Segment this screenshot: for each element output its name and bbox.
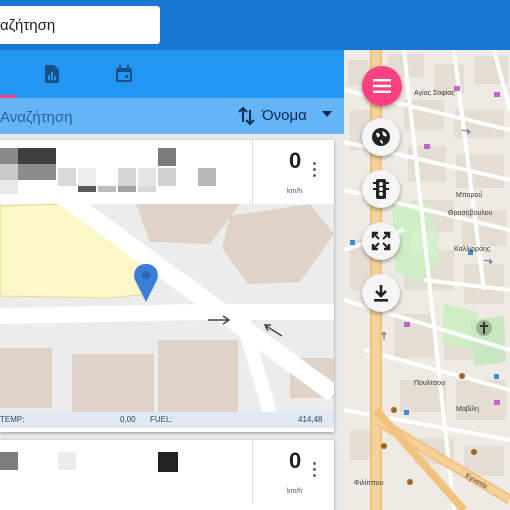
download-button[interactable] [362, 274, 400, 312]
more-vert-icon[interactable] [313, 162, 317, 180]
filter-bar: Αναζήτηση Όνομα [0, 98, 344, 134]
sensor-footer: TEMP: 0,00 FUEL: 414,48 [0, 412, 334, 428]
vehicle-card[interactable]: 0 km/h [0, 440, 334, 510]
fuel-label: FUEL: [150, 415, 173, 424]
vehicle-name-redacted [0, 440, 250, 504]
globe-button[interactable] [362, 118, 400, 156]
map-label: Φιλίππου [354, 480, 384, 487]
map-label: Καλλιρρόης [454, 246, 491, 253]
report-icon [45, 65, 59, 83]
fullscreen-icon [371, 231, 391, 251]
hamburger-icon [373, 79, 391, 93]
chevron-down-icon[interactable] [322, 110, 332, 118]
tab-calendar[interactable] [96, 50, 152, 98]
vehicle-mini-map[interactable] [0, 204, 334, 412]
temp-label: TEMP: [0, 415, 25, 424]
map-label: Πουλτσου [414, 380, 445, 387]
menu-button[interactable] [362, 66, 402, 106]
sort-select[interactable]: Όνομα [262, 107, 307, 124]
speed-unit: km/h [287, 488, 303, 495]
top-search-value: αζήτηση [0, 16, 56, 34]
mini-map-tiles [0, 204, 334, 412]
app-bar: αζήτηση [0, 0, 510, 50]
sort-icon[interactable] [238, 106, 256, 126]
speed-value: 0 [289, 148, 302, 173]
map-label: Μπορού [456, 192, 483, 199]
traffic-light-icon [373, 179, 389, 199]
speed-value: 0 [289, 448, 302, 473]
fuel-value: 414,48 [298, 415, 323, 424]
speed-display: 0 km/h [252, 140, 334, 204]
fullscreen-button[interactable] [362, 222, 400, 260]
download-icon [374, 285, 388, 302]
filter-search-input[interactable]: Αναζήτηση [0, 98, 72, 134]
speed-unit: km/h [287, 188, 303, 195]
globe-icon [372, 128, 390, 146]
vehicle-card[interactable]: 0 km/h [0, 140, 334, 432]
temp-value: 0,00 [120, 415, 136, 424]
speed-display: 0 km/h [252, 440, 334, 504]
map-label: Θρασύβουλου [448, 210, 493, 217]
main-map[interactable]: Μπορού Θρασύβουλου Καλλιρρόης Μαβίλη Εγν… [344, 50, 510, 510]
vehicle-name-redacted [0, 140, 250, 204]
calendar-icon [116, 65, 132, 82]
tab-reports[interactable] [24, 50, 80, 98]
more-vert-icon[interactable] [313, 462, 317, 480]
vehicle-panel: Αναζήτηση Όνομα 0 km/h TEMP: 0,00 FUEL: … [0, 50, 344, 510]
map-label: Μαβίλη [456, 406, 479, 413]
traffic-button[interactable] [362, 170, 400, 208]
panel-tabs [0, 50, 344, 98]
vehicle-list: 0 km/h TEMP: 0,00 FUEL: 414,48 0 km/h [0, 134, 344, 510]
map-label: Αγίας Σοφίας [414, 90, 455, 97]
top-search-field[interactable]: αζήτηση [0, 6, 160, 44]
